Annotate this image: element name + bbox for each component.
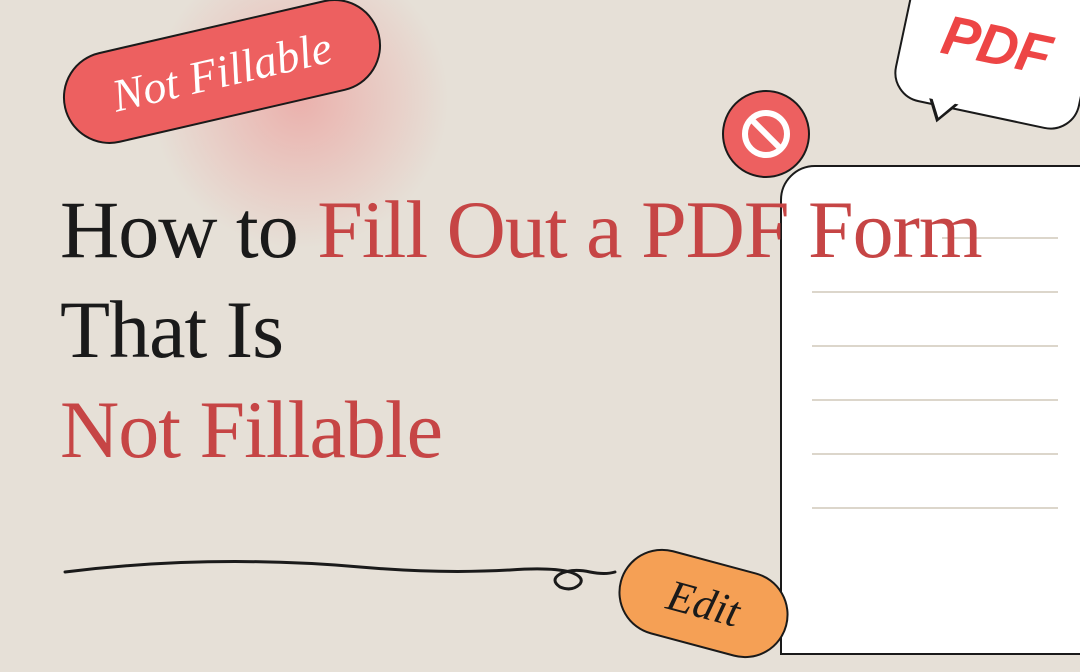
badge-label: Not Fillable [107,22,336,122]
paper-line [812,507,1058,509]
heading-part-3: That Is [60,284,283,375]
heading-part-2: Fill Out a PDF Form [317,184,981,275]
decorative-underline [60,542,620,602]
prohibited-icon [722,90,810,178]
heading-part-4: Not Fillable [60,384,442,475]
badge-label: Edit [662,570,746,636]
heading-part-1: How to [60,184,317,275]
main-heading: How to Fill Out a PDF Form That Is Not F… [60,180,1080,480]
pdf-speech-bubble: PDF [889,0,1080,135]
not-fillable-badge: Not Fillable [54,0,390,153]
prohibited-symbol [742,110,790,158]
edit-badge: Edit [608,539,798,668]
pdf-label: PDF [936,1,1056,87]
